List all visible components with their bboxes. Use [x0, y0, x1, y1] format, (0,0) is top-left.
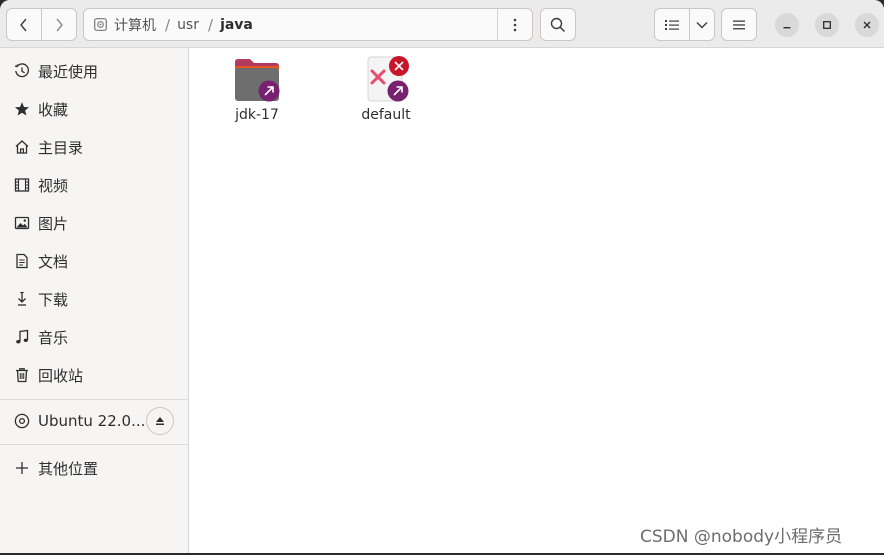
sidebar-item-recent[interactable]: 最近使用 — [0, 52, 188, 90]
maximize-button[interactable] — [815, 13, 839, 37]
sidebar-item-music[interactable]: 音乐 — [0, 318, 188, 356]
home-icon — [13, 139, 30, 156]
file-name: jdk-17 — [235, 107, 279, 123]
eject-button[interactable] — [146, 407, 174, 435]
music-icon — [13, 329, 30, 346]
star-icon — [13, 101, 30, 118]
main-menu-button[interactable] — [721, 8, 757, 41]
sidebar-item-label: 文档 — [38, 252, 69, 271]
broken-link-icon — [362, 56, 410, 104]
clock-icon — [13, 63, 30, 80]
search-button[interactable] — [540, 8, 576, 41]
sidebar-item-starred[interactable]: 收藏 — [0, 90, 188, 128]
plus-icon — [13, 460, 30, 477]
sidebar-item-label: 视频 — [38, 176, 69, 195]
path-bar: 计算机 / usr / java — [83, 8, 533, 41]
file-item-jdk-17[interactable]: jdk-17 — [202, 56, 312, 123]
vertical-dots-icon — [513, 18, 517, 31]
minimize-icon — [783, 27, 791, 29]
sidebar-item-label: 收藏 — [38, 100, 69, 119]
trash-icon — [13, 367, 30, 384]
sidebar-item-label: 回收站 — [38, 366, 84, 385]
sidebar-item-trash[interactable]: 回收站 — [0, 356, 188, 394]
sidebar-item-videos[interactable]: 视频 — [0, 166, 188, 204]
back-button[interactable] — [6, 8, 42, 41]
sidebar-item-label: 音乐 — [38, 328, 69, 347]
file-manager-window: 计算机 / usr / java 最近使用 收藏 主目录 视频 图片 文档 下载… — [0, 0, 884, 553]
sidebar-divider — [0, 444, 188, 445]
chevron-right-icon — [56, 18, 63, 31]
sidebar-item-drive[interactable]: Ubuntu 22.0... — [0, 402, 188, 440]
list-view-icon — [665, 19, 679, 30]
drive-icon — [94, 18, 107, 31]
hamburger-menu-icon — [733, 20, 745, 29]
chevron-down-icon — [696, 21, 708, 28]
sidebar-item-label: 其他位置 — [38, 459, 99, 478]
breadcrumb-computer[interactable]: 计算机 — [114, 15, 156, 35]
sidebar-item-pictures[interactable]: 图片 — [0, 204, 188, 242]
file-name: default — [361, 107, 411, 123]
sidebar-item-label: Ubuntu 22.0... — [38, 412, 146, 430]
video-icon — [13, 177, 30, 194]
sidebar: 最近使用 收藏 主目录 视频 图片 文档 下载 音乐 回收站 Ubuntu 22… — [0, 48, 189, 553]
minimize-button[interactable] — [775, 13, 799, 37]
close-button[interactable] — [855, 13, 879, 37]
sidebar-item-downloads[interactable]: 下载 — [0, 280, 188, 318]
folder-link-icon — [233, 56, 281, 104]
sidebar-item-label: 图片 — [38, 214, 69, 233]
document-icon — [13, 253, 30, 270]
breadcrumb-java[interactable]: java — [220, 17, 253, 33]
eject-icon — [156, 417, 164, 425]
file-item-default[interactable]: default — [331, 56, 441, 123]
view-options-dropdown[interactable] — [689, 8, 715, 41]
sidebar-item-label: 最近使用 — [38, 62, 99, 81]
download-icon — [13, 291, 30, 308]
maximize-icon — [823, 21, 831, 29]
close-icon — [863, 21, 871, 29]
view-mode-button[interactable] — [654, 8, 690, 41]
sidebar-divider — [0, 399, 188, 400]
forward-button[interactable] — [41, 8, 77, 41]
chevron-left-icon — [20, 18, 27, 31]
search-icon — [550, 17, 566, 32]
file-view: jdk-17 default — [189, 48, 884, 553]
header-bar: 计算机 / usr / java — [0, 0, 884, 48]
sidebar-item-other-locations[interactable]: 其他位置 — [0, 449, 188, 487]
watermark: CSDN @nobody小程序员 — [640, 527, 843, 547]
sidebar-item-documents[interactable]: 文档 — [0, 242, 188, 280]
picture-icon — [13, 215, 30, 232]
sidebar-item-label: 主目录 — [38, 138, 84, 157]
disc-icon — [13, 413, 30, 430]
breadcrumb-usr[interactable]: usr — [177, 17, 199, 33]
sidebar-item-label: 下载 — [38, 290, 69, 309]
path-menu-button[interactable] — [497, 9, 532, 40]
breadcrumb-separator: / — [208, 15, 214, 34]
sidebar-item-home[interactable]: 主目录 — [0, 128, 188, 166]
breadcrumb-separator: / — [165, 15, 171, 34]
